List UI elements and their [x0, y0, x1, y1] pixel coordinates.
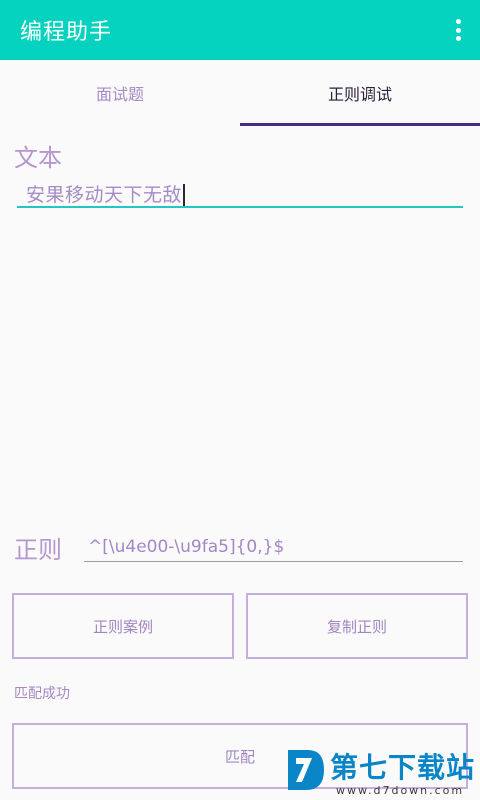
- regex-field-label: 正则: [14, 536, 62, 564]
- app-bar: 编程助手: [0, 0, 480, 60]
- watermark-url: www.d7down.com: [336, 784, 465, 797]
- tab-label: 面试题: [95, 85, 144, 104]
- tab-bar: 面试题 正则调试: [0, 60, 480, 126]
- text-cursor: [183, 183, 186, 208]
- regex-input[interactable]: ^[\u4e00-\u9fa5]{0,}$: [88, 537, 284, 557]
- more-vert-icon[interactable]: [450, 16, 466, 44]
- text-input-underline: [17, 206, 463, 208]
- d7-logo-icon: [288, 750, 324, 790]
- watermark-brand: 第七下载站: [330, 751, 476, 784]
- regex-examples-button[interactable]: 正则案例: [12, 593, 234, 659]
- tab-interview-questions[interactable]: 面试题: [0, 60, 240, 126]
- copy-regex-button[interactable]: 复制正则: [246, 593, 468, 659]
- app-title: 编程助手: [20, 20, 113, 45]
- tab-indicator: [240, 123, 480, 126]
- tab-label: 正则调试: [327, 85, 392, 104]
- text-input[interactable]: 安果移动天下无敌: [26, 180, 186, 208]
- text-input-value: 安果移动天下无敌: [26, 184, 183, 206]
- watermark: 第七下载站 www.d7down.com: [284, 744, 480, 800]
- match-status: 匹配成功: [14, 686, 70, 702]
- text-field-label: 文本: [14, 144, 62, 172]
- tab-regex-debug[interactable]: 正则调试: [240, 60, 480, 126]
- regex-input-underline: [84, 561, 463, 562]
